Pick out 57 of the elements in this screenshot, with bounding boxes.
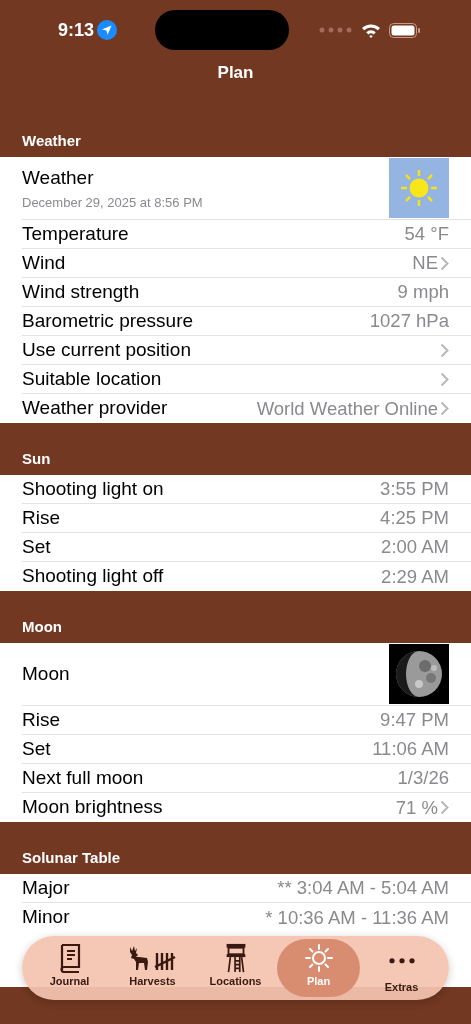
wifi-icon (361, 22, 382, 38)
row-subtitle: December 29, 2025 at 8:56 PM (22, 193, 203, 212)
list-row[interactable]: Wind NE (22, 249, 471, 278)
row-label: Weather provider (22, 396, 168, 421)
row-label: Shooting light off (22, 564, 164, 589)
row-value: 2:29 AM (381, 564, 449, 589)
row-label: Set (22, 534, 51, 559)
row-value: World Weather Online (256, 396, 438, 421)
tower-icon (224, 943, 247, 973)
clock-time: 9:13 (58, 18, 95, 42)
row-value: 9 mph (397, 280, 449, 305)
sun-icon (303, 943, 334, 973)
screen-title: Plan (217, 62, 254, 84)
row-label: Barometric pressure (22, 308, 194, 333)
book-icon (57, 943, 82, 973)
list-row[interactable]: Moon brightness 71 % (22, 793, 471, 822)
row-value: 1/3/26 (397, 766, 449, 791)
section-header: Moon (22, 616, 62, 637)
section-header: Weather (22, 130, 81, 151)
row-title: Weather (22, 166, 95, 190)
section-header: Solunar Table (22, 847, 121, 868)
row-value: 3:55 PM (380, 477, 449, 502)
row-label: Shooting light on (22, 476, 164, 501)
row-value: 1027 hPa (369, 309, 449, 334)
list-row[interactable]: Weather provider World Weather Online (22, 394, 471, 423)
row-value: 9:47 PM (380, 708, 449, 733)
tab[interactable]: Locations (194, 939, 277, 997)
row-value: NE (412, 251, 438, 276)
row-value: 71 % (395, 795, 438, 820)
row-label: Moon brightness (22, 795, 163, 820)
row-value: 11:06 AM (372, 737, 449, 762)
row-label: Major (22, 875, 70, 900)
list-row[interactable]: Suitable location (22, 365, 471, 394)
tab[interactable]: Journal (28, 939, 111, 997)
section-header: Sun (22, 448, 51, 469)
row-label: Temperature (22, 221, 129, 246)
row-label: Next full moon (22, 765, 144, 790)
tab[interactable]: Extras (360, 939, 443, 997)
sun-icon (389, 158, 449, 218)
row-value: * 10:36 AM - 11:36 AM (265, 905, 449, 930)
list-row[interactable]: Use current position (22, 336, 471, 365)
row-value: 2:00 AM (381, 535, 449, 560)
row-label: Set (22, 736, 51, 761)
row-label: Wind (22, 250, 66, 275)
row-label: Minor (22, 905, 70, 930)
row-label: Rise (22, 707, 60, 732)
row-label: Rise (22, 505, 60, 530)
row-label: Suitable location (22, 366, 162, 391)
battery-icon (389, 22, 422, 38)
tab[interactable]: Harvests (111, 939, 194, 997)
row-label: Wind strength (22, 279, 140, 304)
row-label: Use current position (22, 337, 191, 362)
row-value: 54 °F (404, 222, 449, 247)
row-value: 4:25 PM (380, 506, 449, 531)
location-icon (97, 20, 118, 40)
row-value: ** 3:04 AM - 5:04 AM (277, 876, 449, 901)
row-title: Moon (22, 661, 70, 686)
